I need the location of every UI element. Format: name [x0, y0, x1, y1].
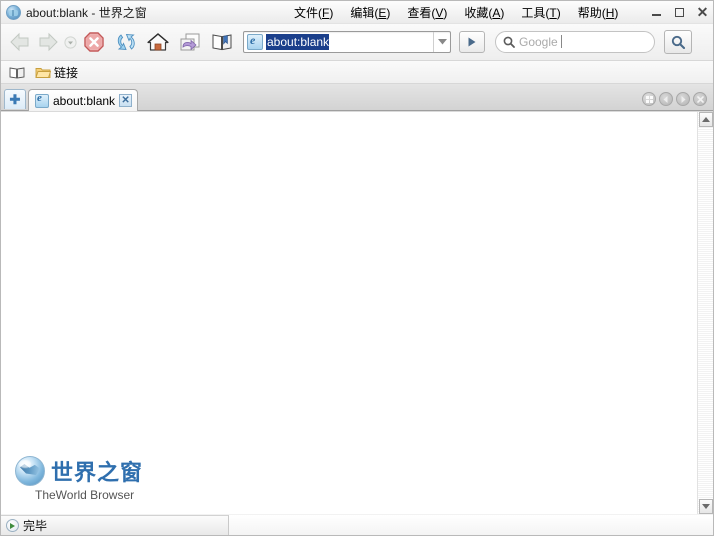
menu-item-favorites[interactable]: 收藏(A)	[463, 2, 505, 23]
forward-button[interactable]	[35, 31, 61, 53]
logo-row: 世界之窗	[15, 455, 143, 487]
bookmark-item-links[interactable]: 链接	[35, 64, 78, 81]
bookmarks-button[interactable]	[207, 27, 237, 57]
theworld-logo: 世界之窗 TheWorld Browser	[15, 455, 143, 502]
tab-bar: ✚ about:blank ✕	[1, 84, 713, 111]
main-toolbar: about:blank Google	[1, 24, 713, 61]
tab-title: about:blank	[53, 93, 116, 108]
chevron-down-icon	[702, 504, 710, 509]
new-tab-button[interactable]: ✚	[4, 89, 26, 109]
refresh-button[interactable]	[111, 27, 141, 57]
menu-item-help[interactable]: 帮助(H)	[577, 2, 620, 23]
window-title: about:blank - 世界之窗	[26, 5, 147, 20]
address-value: about:blank	[266, 34, 330, 50]
status-bar: 完毕	[1, 515, 713, 535]
menu-item-file[interactable]: 文件(F)	[293, 2, 334, 23]
back-button[interactable]	[7, 31, 33, 53]
tab-about-blank[interactable]: about:blank ✕	[28, 89, 139, 111]
address-input[interactable]: about:blank	[266, 34, 433, 50]
vertical-scrollbar[interactable]	[697, 112, 713, 514]
bookmark-label: 链接	[54, 65, 79, 80]
page-icon	[247, 33, 263, 50]
search-icon	[503, 36, 515, 48]
content-area: 世界之窗 TheWorld Browser 易网时代绿软基地 www.mt30.…	[1, 111, 713, 514]
search-button[interactable]	[664, 30, 692, 54]
title-bar-left: about:blank - 世界之窗	[1, 4, 147, 21]
stop-button[interactable]	[79, 27, 109, 57]
page-viewport[interactable]: 世界之窗 TheWorld Browser 易网时代绿软基地 www.mt30.…	[1, 112, 697, 514]
globe-icon	[6, 4, 21, 20]
go-button[interactable]	[459, 31, 485, 53]
chevron-up-icon	[702, 117, 710, 122]
search-input[interactable]: Google	[519, 35, 562, 49]
browser-window: about:blank - 世界之窗 文件(F) 编辑(E) 查看(V) 收藏(…	[0, 0, 714, 536]
book-icon[interactable]	[9, 66, 25, 79]
scroll-up-button[interactable]	[699, 112, 713, 127]
tab-close-icon[interactable]: ✕	[119, 94, 133, 107]
logo-english-name: TheWorld Browser	[35, 488, 135, 502]
page-icon	[35, 92, 49, 108]
status-text: 完毕	[23, 519, 48, 533]
menu-bar: 文件(F) 编辑(E) 查看(V) 收藏(A) 工具(T) 帮助(H)	[293, 1, 619, 23]
logo-chinese-name: 世界之窗	[51, 461, 144, 486]
menu-item-tools[interactable]: 工具(T)	[520, 2, 561, 23]
minimize-button[interactable]	[650, 6, 663, 19]
maximize-button[interactable]	[673, 6, 686, 19]
bookmarks-bar: 链接	[1, 61, 713, 84]
history-dropdown-button[interactable]	[63, 27, 77, 57]
menu-item-edit[interactable]: 编辑(E)	[349, 2, 391, 23]
scroll-tabs-left-button[interactable]	[659, 92, 673, 106]
status-panel: 完毕	[1, 515, 229, 535]
green-arrow-icon	[6, 519, 19, 532]
scroll-down-button[interactable]	[699, 499, 713, 514]
address-bar[interactable]: about:blank	[243, 31, 451, 53]
folder-icon	[35, 66, 52, 79]
chevron-down-icon[interactable]	[433, 32, 450, 52]
close-tab-button[interactable]	[693, 92, 707, 106]
grid-icon	[645, 95, 653, 103]
menu-item-view[interactable]: 查看(V)	[406, 2, 448, 23]
scroll-tabs-right-button[interactable]	[676, 92, 690, 106]
title-bar: about:blank - 世界之窗 文件(F) 编辑(E) 查看(V) 收藏(…	[1, 1, 713, 24]
tab-bar-controls	[642, 92, 707, 106]
restore-window-button[interactable]	[175, 27, 205, 57]
window-controls: ✕	[650, 1, 709, 23]
home-button[interactable]	[143, 27, 173, 57]
tile-tabs-button[interactable]	[642, 92, 656, 106]
globe-logo-icon	[15, 456, 45, 486]
close-window-button[interactable]: ✕	[696, 5, 709, 19]
search-box[interactable]: Google	[495, 31, 655, 53]
